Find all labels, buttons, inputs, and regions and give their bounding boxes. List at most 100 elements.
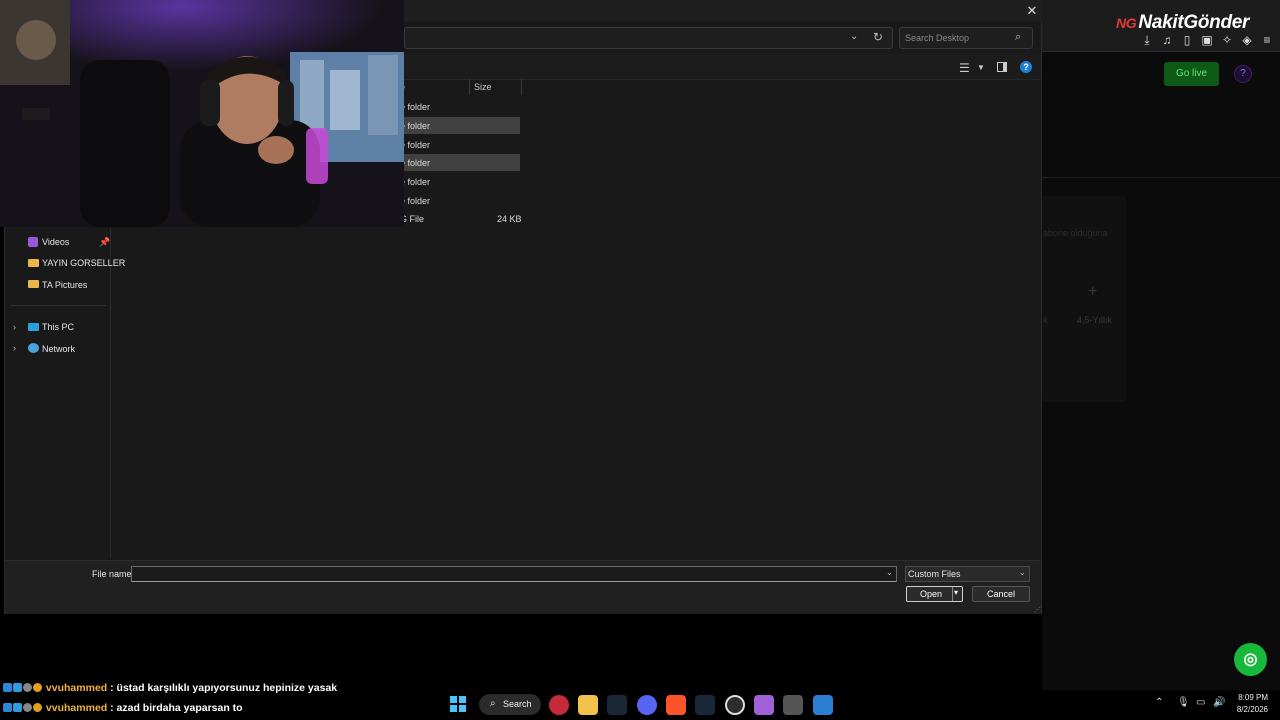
- site-logo[interactable]: NG NakitGönder: [1116, 12, 1249, 34]
- file-type-value: Custom Files: [908, 569, 961, 579]
- microphone-icon[interactable]: 🎙: [1177, 697, 1190, 708]
- nav-item-network[interactable]: Network: [42, 344, 75, 354]
- videos-icon: [28, 237, 38, 247]
- clock-date[interactable]: 8/2/2026: [1232, 705, 1268, 714]
- plus-icon[interactable]: +: [1088, 283, 1097, 301]
- lamp: [306, 128, 328, 184]
- column-header-size[interactable]: Size: [474, 82, 492, 92]
- badge-icon: [3, 703, 12, 712]
- chat-message: vvuhammed : üstad karşılıklı yapıyorsunu…: [3, 682, 337, 698]
- steam-icon[interactable]: [695, 695, 715, 715]
- plan-k: k: [1043, 315, 1048, 325]
- search-icon[interactable]: ⌕: [1015, 31, 1021, 44]
- webcam-overlay: [0, 0, 404, 227]
- row-type: e folder: [400, 177, 431, 187]
- support-chat-button[interactable]: ◎: [1234, 643, 1267, 676]
- row-type: e folder: [400, 121, 431, 131]
- app-icon[interactable]: [783, 695, 803, 715]
- help-icon[interactable]: ?: [1020, 61, 1032, 73]
- address-bar[interactable]: [404, 27, 893, 49]
- command-bar: [404, 54, 1041, 80]
- nav-item-videos[interactable]: Videos: [42, 237, 69, 247]
- column-separator[interactable]: [469, 79, 470, 95]
- divider: [1042, 177, 1280, 178]
- row-type: e folder: [400, 158, 431, 168]
- badge-icon: [3, 683, 12, 692]
- chat-text: : üstad karşılıklı yapıyorsunuz hepinize…: [107, 682, 338, 694]
- chat-username[interactable]: vvuhammed: [46, 682, 107, 694]
- opera-icon[interactable]: [549, 695, 569, 715]
- taskbar-search-label: Search: [503, 699, 532, 709]
- nav-item-yayin-gorseller[interactable]: YAYIN GORSELLER: [42, 258, 125, 268]
- badge-icon: [33, 703, 42, 712]
- badge-icon: [23, 683, 32, 692]
- pin-icon[interactable]: 📌: [99, 237, 110, 248]
- brave-icon[interactable]: [666, 695, 686, 715]
- open-label: Open: [920, 589, 943, 599]
- leo-icon[interactable]: ✧: [1220, 33, 1234, 47]
- plan-label: 4,5-Yıllık: [1077, 315, 1113, 325]
- column-header-name[interactable]: e: [400, 82, 470, 96]
- column-separator[interactable]: [521, 79, 522, 95]
- nav-item-this-pc[interactable]: This PC: [42, 322, 74, 332]
- volume-icon[interactable]: 🔊: [1213, 697, 1225, 708]
- row-type: e folder: [400, 140, 431, 150]
- badge-icon: [13, 703, 22, 712]
- file-name-label: File name:: [92, 569, 135, 579]
- nav-divider: [10, 305, 106, 306]
- chevron-down-icon[interactable]: ⌄: [850, 31, 858, 42]
- app-icon[interactable]: [813, 695, 833, 715]
- discord-icon[interactable]: [637, 695, 657, 715]
- chat-username[interactable]: vvuhammed: [46, 702, 107, 714]
- chevron-down-icon[interactable]: ⌄: [886, 568, 893, 577]
- chevron-up-icon[interactable]: ⌃: [1155, 697, 1163, 708]
- row-type: e folder: [400, 102, 431, 112]
- chevron-down-icon[interactable]: ⌄: [1019, 568, 1026, 577]
- this-pc-icon: [28, 323, 39, 331]
- webcam-image: [0, 0, 404, 227]
- resize-grip-icon[interactable]: ⋰: [1034, 606, 1041, 614]
- menu-icon[interactable]: ≡: [1260, 33, 1274, 47]
- music-icon[interactable]: ♫: [1160, 33, 1174, 47]
- plan-card: [1042, 196, 1126, 402]
- badge-icon: [13, 683, 22, 692]
- download-icon[interactable]: ⤓: [1140, 33, 1154, 47]
- nav-pane-separator[interactable]: [110, 228, 111, 558]
- streaming-app-icon[interactable]: [754, 695, 774, 715]
- refresh-icon[interactable]: ↻: [873, 30, 883, 44]
- preview-pane-icon[interactable]: [997, 62, 1007, 72]
- network-icon: [28, 343, 39, 353]
- help-circle-icon[interactable]: ?: [1234, 65, 1252, 83]
- search-placeholder: Search Desktop: [905, 33, 970, 43]
- go-live-button[interactable]: Go live: [1164, 62, 1219, 86]
- row-type: e folder: [400, 196, 431, 206]
- folder-icon: [28, 259, 39, 267]
- chat-text: : azad birdaha yaparsan to: [107, 702, 243, 714]
- nav-item-ta-pictures[interactable]: TA Pictures: [42, 280, 87, 290]
- chevron-down-icon[interactable]: ▼: [977, 63, 985, 72]
- cancel-button[interactable]: Cancel: [972, 586, 1030, 602]
- start-icon[interactable]: [450, 696, 466, 712]
- close-icon[interactable]: ✕: [1023, 2, 1041, 20]
- chat-message: vvuhammed : azad birdaha yaparsan to: [3, 702, 243, 718]
- clock-time[interactable]: 8:09 PM: [1236, 693, 1268, 702]
- folder-icon: [28, 280, 39, 288]
- badge-icon: [23, 703, 32, 712]
- chevron-right-icon[interactable]: ›: [13, 343, 16, 353]
- sidebar-icon[interactable]: ▯: [1180, 33, 1194, 47]
- file-name-input[interactable]: [131, 566, 897, 582]
- view-options-icon[interactable]: ☰: [959, 61, 970, 75]
- shield-icon[interactable]: ◈: [1240, 33, 1254, 47]
- chevron-right-icon[interactable]: ›: [13, 322, 16, 332]
- wallet-icon[interactable]: ▣: [1200, 33, 1214, 47]
- display-icon[interactable]: ▭: [1196, 697, 1205, 708]
- file-explorer-icon[interactable]: [578, 695, 598, 715]
- row-size: 24 KB: [497, 214, 522, 224]
- open-split-divider: [952, 587, 953, 601]
- search-icon: ⌕: [490, 698, 496, 709]
- steam-icon[interactable]: [607, 695, 627, 715]
- badge-icon: [33, 683, 42, 692]
- gaming-chair: [80, 60, 170, 227]
- obs-icon[interactable]: [725, 695, 745, 715]
- open-dropdown-icon[interactable]: ▾: [954, 588, 958, 597]
